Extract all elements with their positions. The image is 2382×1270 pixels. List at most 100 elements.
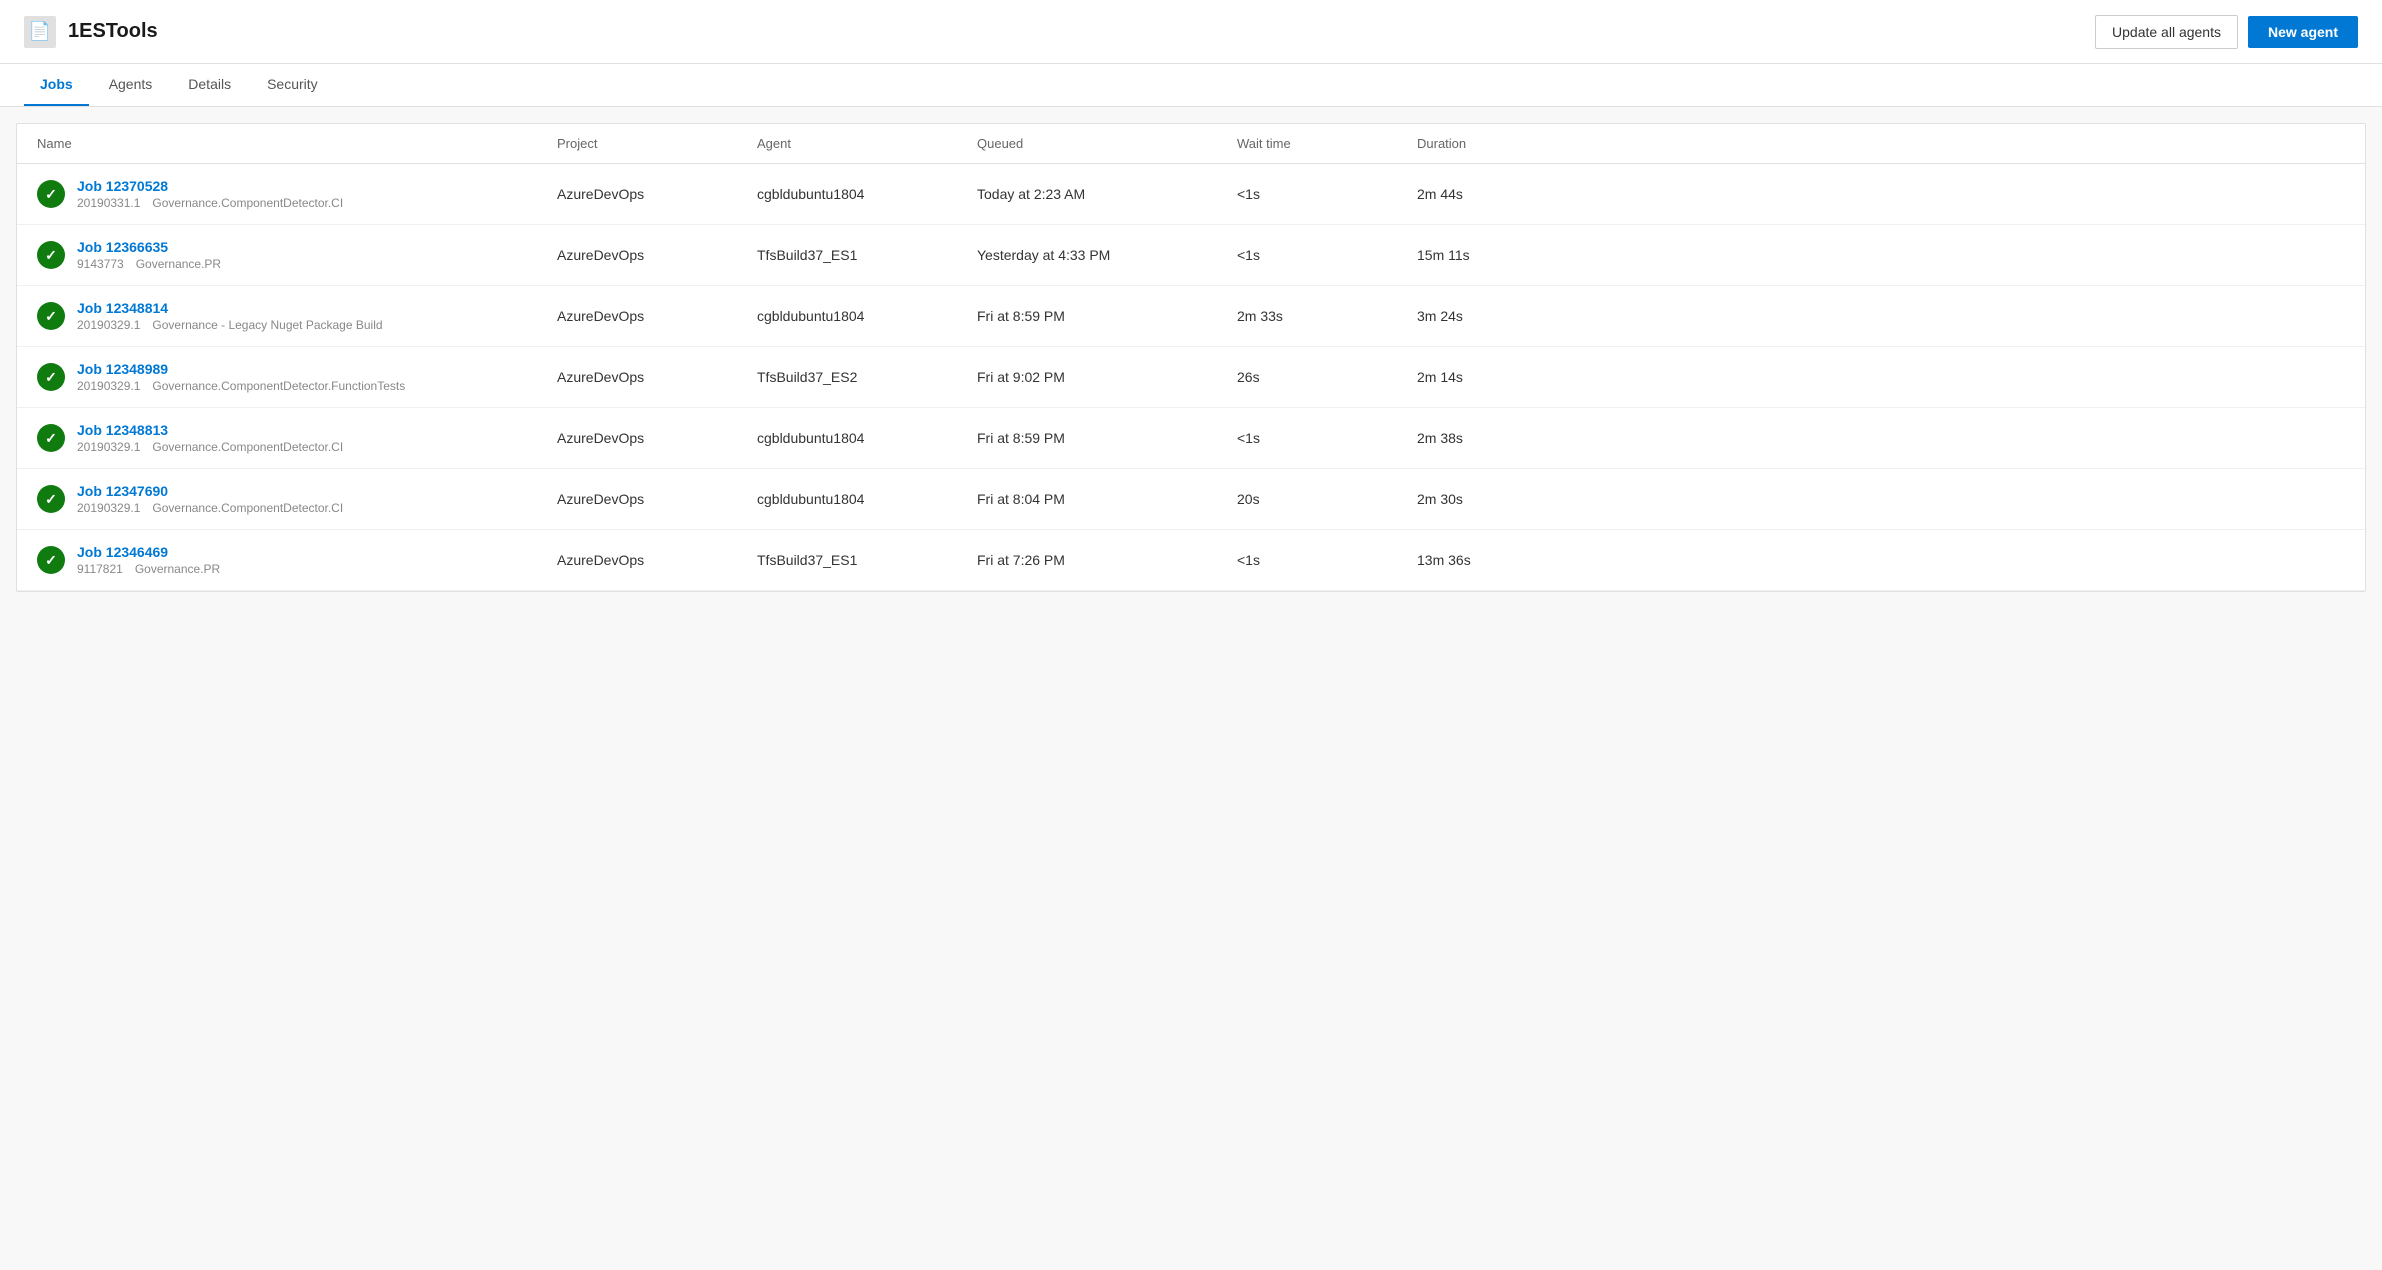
job-cell: Job 12346469 9117821 Governance.PR — [37, 544, 557, 576]
table-row[interactable]: Job 12366635 9143773 Governance.PR Azure… — [17, 225, 2365, 286]
col-header-wait-time: Wait time — [1237, 136, 1417, 151]
tab-details[interactable]: Details — [172, 64, 247, 106]
job-project: AzureDevOps — [557, 247, 757, 263]
job-queued: Fri at 9:02 PM — [977, 369, 1237, 385]
job-name[interactable]: Job 12348814 — [77, 300, 383, 316]
job-meta: 20190331.1 Governance.ComponentDetector.… — [77, 196, 343, 210]
job-meta: 20190329.1 Governance.ComponentDetector.… — [77, 379, 405, 393]
job-pipeline: Governance - Legacy Nuget Package Build — [152, 318, 382, 332]
job-cell: Job 12348814 20190329.1 Governance - Leg… — [37, 300, 557, 332]
job-meta: 20190329.1 Governance - Legacy Nuget Pac… — [77, 318, 383, 332]
job-agent: TfsBuild37_ES1 — [757, 552, 977, 568]
job-agent: TfsBuild37_ES1 — [757, 247, 977, 263]
status-success-icon — [37, 302, 65, 330]
col-header-duration: Duration — [1417, 136, 1577, 151]
job-name[interactable]: Job 12346469 — [77, 544, 220, 560]
job-agent: cgbldubuntu1804 — [757, 430, 977, 446]
job-build: 9143773 — [77, 257, 124, 271]
app-title: 1ESTools — [68, 20, 158, 43]
job-pipeline: Governance.ComponentDetector.CI — [152, 196, 343, 210]
job-info: Job 12347690 20190329.1 Governance.Compo… — [77, 483, 343, 515]
job-project: AzureDevOps — [557, 430, 757, 446]
job-build: 20190329.1 — [77, 318, 140, 332]
job-build: 9117821 — [77, 562, 123, 576]
job-duration: 15m 11s — [1417, 247, 1577, 263]
job-info: Job 12348813 20190329.1 Governance.Compo… — [77, 422, 343, 454]
job-project: AzureDevOps — [557, 491, 757, 507]
job-agent: cgbldubuntu1804 — [757, 186, 977, 202]
job-build: 20190329.1 — [77, 379, 140, 393]
job-pipeline: Governance.ComponentDetector.CI — [152, 440, 343, 454]
job-cell: Job 12366635 9143773 Governance.PR — [37, 239, 557, 271]
tab-security[interactable]: Security — [251, 64, 334, 106]
job-project: AzureDevOps — [557, 369, 757, 385]
job-name[interactable]: Job 12366635 — [77, 239, 221, 255]
job-duration: 2m 38s — [1417, 430, 1577, 446]
job-duration: 2m 30s — [1417, 491, 1577, 507]
job-cell: Job 12348989 20190329.1 Governance.Compo… — [37, 361, 557, 393]
job-duration: 2m 14s — [1417, 369, 1577, 385]
job-name[interactable]: Job 12348813 — [77, 422, 343, 438]
job-queued: Today at 2:23 AM — [977, 186, 1237, 202]
header-left: 📄 1ESTools — [24, 16, 158, 48]
job-info: Job 12348814 20190329.1 Governance - Leg… — [77, 300, 383, 332]
status-success-icon — [37, 485, 65, 513]
status-success-icon — [37, 180, 65, 208]
status-success-icon — [37, 424, 65, 452]
job-build: 20190329.1 — [77, 501, 140, 515]
table-row[interactable]: Job 12348814 20190329.1 Governance - Leg… — [17, 286, 2365, 347]
table-header-row: Name Project Agent Queued Wait time Dura… — [17, 124, 2365, 164]
job-agent: TfsBuild37_ES2 — [757, 369, 977, 385]
tab-jobs[interactable]: Jobs — [24, 64, 89, 106]
job-pipeline: Governance.ComponentDetector.FunctionTes… — [152, 379, 405, 393]
job-cell: Job 12348813 20190329.1 Governance.Compo… — [37, 422, 557, 454]
job-build: 20190329.1 — [77, 440, 140, 454]
job-cell: Job 12370528 20190331.1 Governance.Compo… — [37, 178, 557, 210]
job-meta: 20190329.1 Governance.ComponentDetector.… — [77, 501, 343, 515]
job-project: AzureDevOps — [557, 552, 757, 568]
col-header-queued: Queued — [977, 136, 1237, 151]
job-queued: Fri at 8:59 PM — [977, 430, 1237, 446]
table-row[interactable]: Job 12370528 20190331.1 Governance.Compo… — [17, 164, 2365, 225]
job-name[interactable]: Job 12370528 — [77, 178, 343, 194]
page-header: 📄 1ESTools Update all agents New agent — [0, 0, 2382, 64]
job-info: Job 12366635 9143773 Governance.PR — [77, 239, 221, 271]
jobs-table: Name Project Agent Queued Wait time Dura… — [16, 123, 2366, 592]
job-wait-time: <1s — [1237, 247, 1417, 263]
job-wait-time: <1s — [1237, 552, 1417, 568]
job-info: Job 12370528 20190331.1 Governance.Compo… — [77, 178, 343, 210]
status-success-icon — [37, 363, 65, 391]
tab-agents[interactable]: Agents — [93, 64, 169, 106]
job-meta: 9117821 Governance.PR — [77, 562, 220, 576]
tab-bar: Jobs Agents Details Security — [0, 64, 2382, 107]
job-wait-time: 2m 33s — [1237, 308, 1417, 324]
job-wait-time: 26s — [1237, 369, 1417, 385]
job-project: AzureDevOps — [557, 308, 757, 324]
table-body: Job 12370528 20190331.1 Governance.Compo… — [17, 164, 2365, 591]
job-pipeline: Governance.PR — [135, 562, 220, 576]
job-build: 20190331.1 — [77, 196, 140, 210]
new-agent-button[interactable]: New agent — [2248, 16, 2358, 48]
job-queued: Fri at 7:26 PM — [977, 552, 1237, 568]
update-all-agents-button[interactable]: Update all agents — [2095, 15, 2238, 49]
job-info: Job 12348989 20190329.1 Governance.Compo… — [77, 361, 405, 393]
table-row[interactable]: Job 12346469 9117821 Governance.PR Azure… — [17, 530, 2365, 591]
job-name[interactable]: Job 12347690 — [77, 483, 343, 499]
table-row[interactable]: Job 12348989 20190329.1 Governance.Compo… — [17, 347, 2365, 408]
job-info: Job 12346469 9117821 Governance.PR — [77, 544, 220, 576]
job-duration: 13m 36s — [1417, 552, 1577, 568]
table-row[interactable]: Job 12347690 20190329.1 Governance.Compo… — [17, 469, 2365, 530]
col-header-project: Project — [557, 136, 757, 151]
job-duration: 3m 24s — [1417, 308, 1577, 324]
job-name[interactable]: Job 12348989 — [77, 361, 405, 377]
job-duration: 2m 44s — [1417, 186, 1577, 202]
job-queued: Yesterday at 4:33 PM — [977, 247, 1237, 263]
job-queued: Fri at 8:59 PM — [977, 308, 1237, 324]
status-success-icon — [37, 546, 65, 574]
job-agent: cgbldubuntu1804 — [757, 308, 977, 324]
job-wait-time: <1s — [1237, 430, 1417, 446]
status-success-icon — [37, 241, 65, 269]
job-queued: Fri at 8:04 PM — [977, 491, 1237, 507]
table-row[interactable]: Job 12348813 20190329.1 Governance.Compo… — [17, 408, 2365, 469]
job-pipeline: Governance.PR — [136, 257, 221, 271]
